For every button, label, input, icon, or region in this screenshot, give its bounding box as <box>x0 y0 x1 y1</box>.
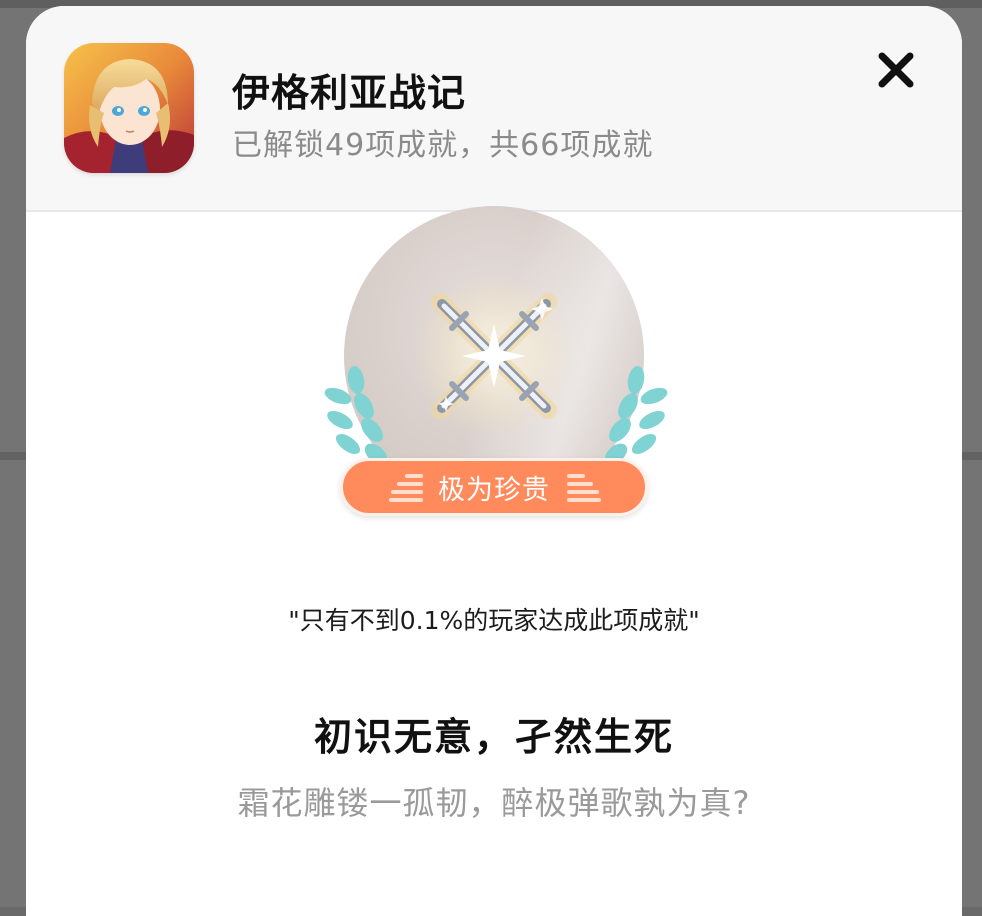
game-icon <box>64 43 194 173</box>
achievement-summary: 已解锁49项成就，共66项成就 <box>232 128 654 163</box>
close-icon <box>878 52 914 88</box>
dialog-header: 伊格利亚战记 已解锁49项成就，共66项成就 <box>26 6 962 212</box>
rarity-stripes-right <box>567 474 603 504</box>
achievement-name: 初识无意，孑然生死 <box>313 715 674 759</box>
achievement-description: 霜花雕镂一孤韧，醉极弹歌孰为真? <box>237 784 751 822</box>
game-title: 伊格利亚战记 <box>232 71 467 115</box>
close-button[interactable] <box>872 46 920 94</box>
rarity-note: "只有不到0.1%的玩家达成此项成就" <box>288 606 700 635</box>
rarity-badge: 极为珍贵 <box>340 458 648 516</box>
achievement-dialog: 伊格利亚战记 已解锁49项成就，共66项成就 极为珍贵 "只有不到0.1%的玩家… <box>26 6 962 916</box>
